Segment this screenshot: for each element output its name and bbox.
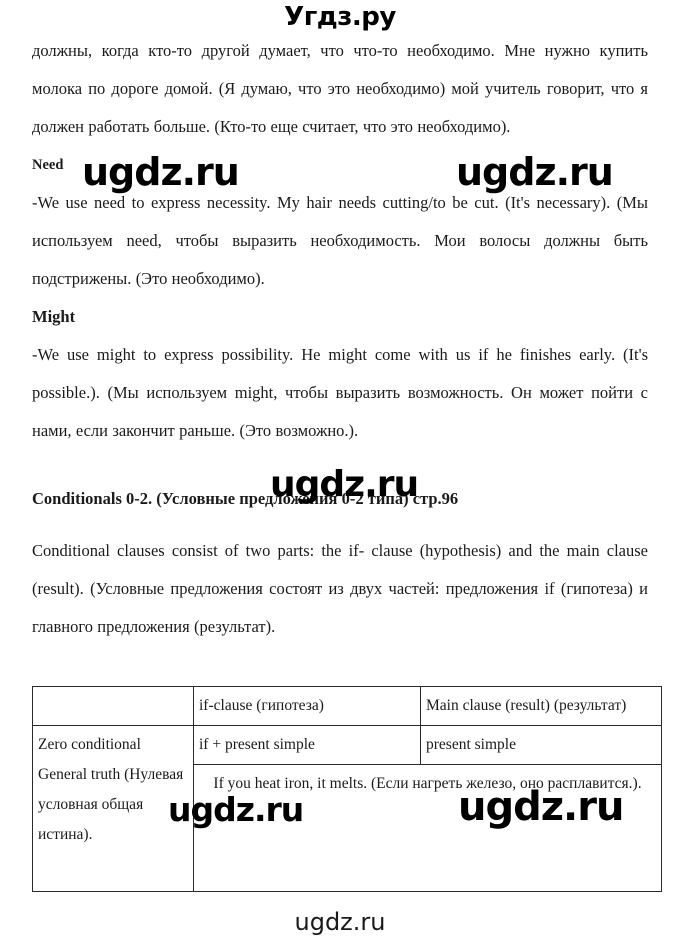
intro-paragraph: должны, когда кто-то другой думает, что …	[32, 41, 648, 136]
table-header-if-clause: if-clause (гипотеза)	[193, 686, 421, 726]
section-heading-need: Need	[32, 157, 64, 173]
site-logo: Угдз.ру	[284, 2, 396, 32]
vertical-spacer	[32, 518, 648, 532]
vertical-spacer	[32, 450, 648, 480]
topic-heading-conditionals: Conditionals 0-2. (Условные предложения …	[32, 489, 459, 508]
table-row: Zero conditional General truth (Нулевая …	[32, 725, 662, 892]
table-header-row: if-clause (гипотеза) Main clause (result…	[32, 686, 662, 726]
section-heading-might: Might	[32, 307, 76, 326]
footer-watermark: ugdz.ru	[294, 908, 386, 936]
page-canvas: Угдз.ру должны, когда кто-то другой дума…	[0, 0, 680, 946]
table-row-label-zero-conditional: Zero conditional General truth (Нулевая …	[32, 725, 194, 892]
topic-paragraph: Conditional clauses consist of two parts…	[32, 541, 648, 636]
table-cell-main-clause-form: present simple	[420, 725, 662, 765]
conditionals-table-wrapper: if-clause (гипотеза) Main clause (result…	[32, 686, 662, 892]
table-cell-example-sentence: If you heat iron, it melts. (Если нагрет…	[193, 764, 662, 892]
conditionals-table: if-clause (гипотеза) Main clause (result…	[32, 686, 662, 892]
table-cell-if-clause-form: if + present simple	[193, 725, 421, 765]
section-body-need: -We use need to express necessity. My ha…	[32, 193, 648, 288]
document-content: должны, когда кто-то другой думает, что …	[32, 32, 648, 646]
table-header-main-clause: Main clause (result) (результат)	[420, 686, 662, 726]
table-corner-cell	[32, 686, 194, 726]
section-body-might: -We use might to express possibility. He…	[32, 345, 648, 440]
